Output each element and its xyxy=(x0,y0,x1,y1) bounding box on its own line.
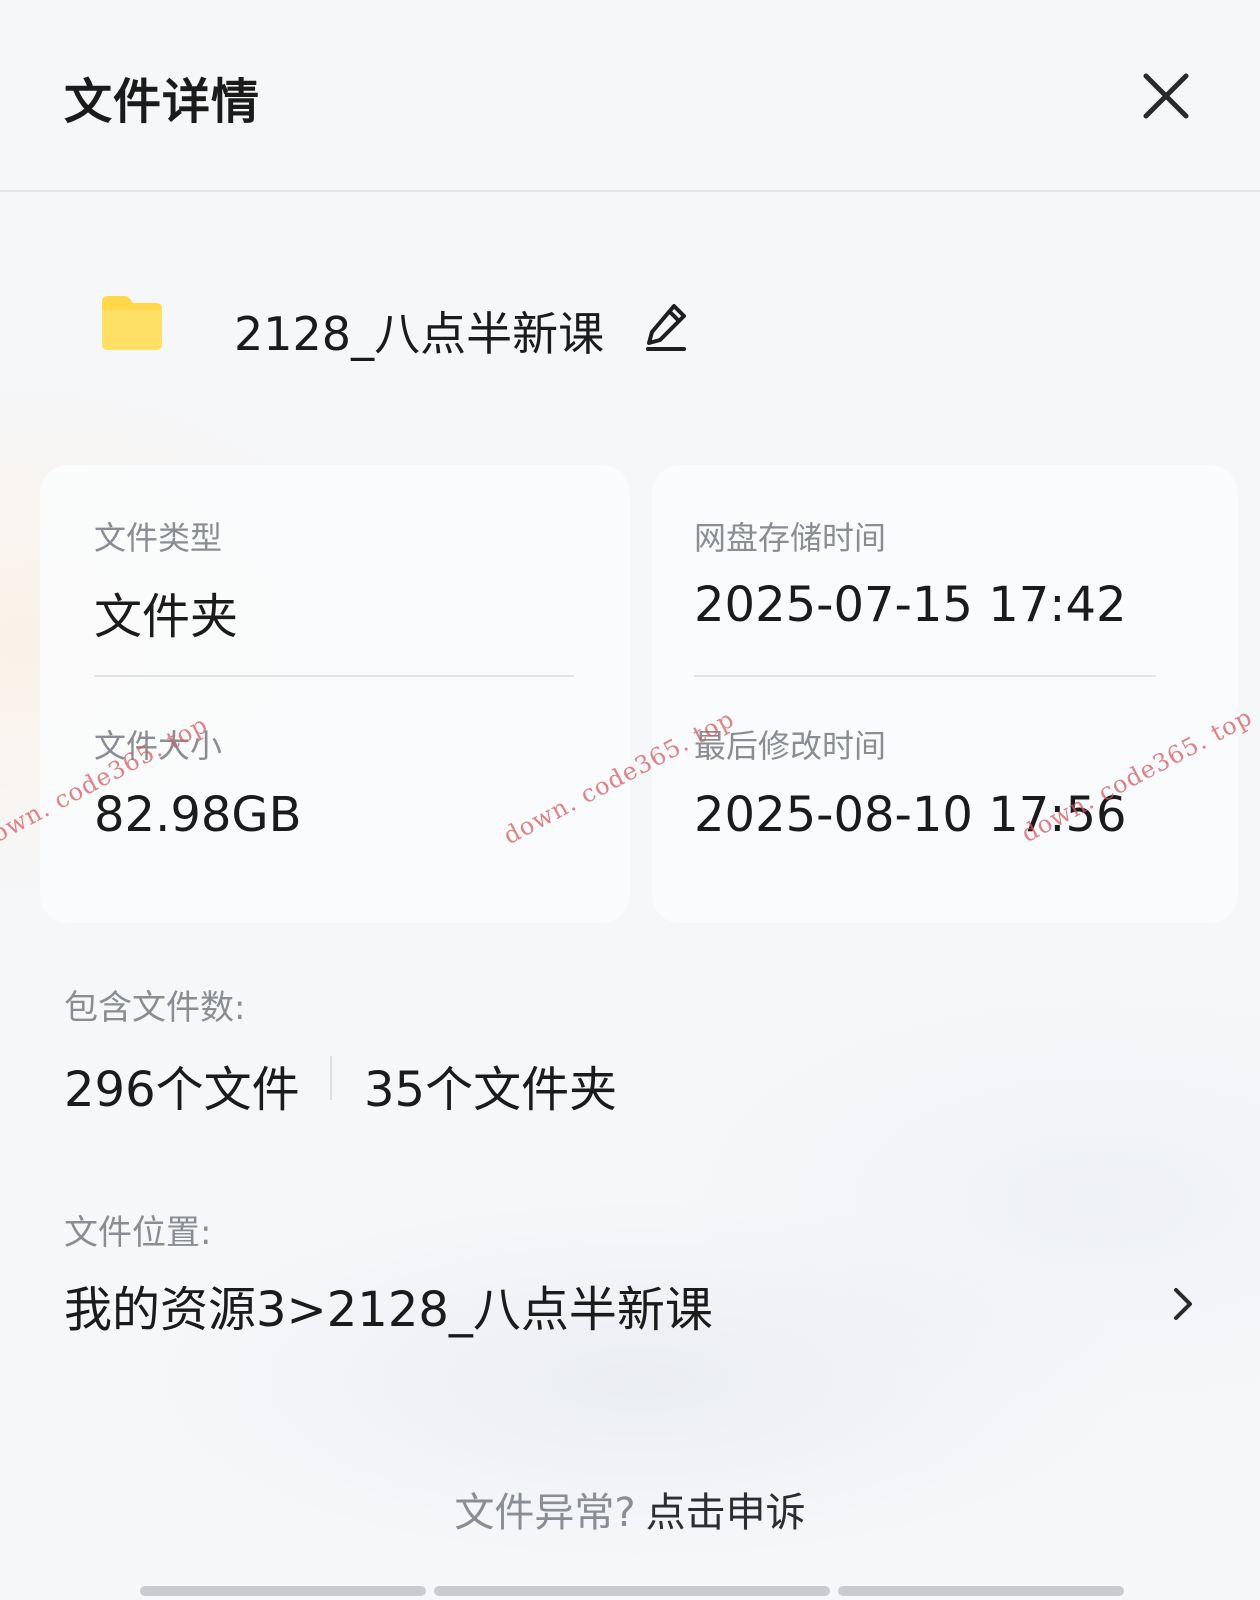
pencil-icon xyxy=(646,304,686,351)
page-title: 文件详情 xyxy=(64,74,261,130)
info-card-left: 文件类型 文件夹 文件大小 82.98GB xyxy=(40,465,630,923)
footer: 文件异常? 点击申诉 xyxy=(0,1480,1260,1538)
rename-button[interactable] xyxy=(644,300,692,352)
file-size-label: 文件大小 xyxy=(94,727,223,765)
location-path: 我的资源3>2128_八点半新课 xyxy=(64,1282,713,1338)
location-link[interactable]: 我的资源3>2128_八点半新课 xyxy=(64,1270,1194,1340)
info-card-right: 网盘存储时间 2025-07-15 17:42 最后修改时间 2025-08-1… xyxy=(652,465,1238,923)
stored-time-value: 2025-07-15 17:42 xyxy=(694,577,1127,633)
modified-time-label: 最后修改时间 xyxy=(694,727,887,765)
location-label: 文件位置: xyxy=(64,1213,212,1253)
divider xyxy=(694,675,1156,677)
file-type-value: 文件夹 xyxy=(94,589,239,645)
contains-label: 包含文件数: xyxy=(64,988,246,1028)
folder-count: 35个文件夹 xyxy=(364,1062,618,1118)
modified-time-value: 2025-08-10 17:56 xyxy=(694,787,1127,843)
appeal-link[interactable]: 点击申诉 xyxy=(646,1490,806,1536)
file-name-row: 2128_八点半新课 xyxy=(0,280,1260,380)
chevron-right-icon xyxy=(1174,1288,1192,1320)
file-details-page: 文件详情 2128_八点半新课 文件类型 文件夹 文件大小 82.98GB 网盘… xyxy=(0,0,1260,1600)
close-button[interactable] xyxy=(1136,66,1196,126)
file-count: 296个文件 xyxy=(64,1062,300,1118)
divider xyxy=(94,675,574,677)
file-size-value: 82.98GB xyxy=(94,787,302,843)
stored-time-label: 网盘存储时间 xyxy=(694,519,887,557)
close-icon xyxy=(1143,73,1189,119)
count-separator xyxy=(330,1056,332,1100)
bottom-bar xyxy=(140,1586,426,1596)
header: 文件详情 xyxy=(0,0,1260,192)
file-name: 2128_八点半新课 xyxy=(234,307,605,361)
file-issue-text: 文件异常? xyxy=(454,1490,636,1536)
folder-icon xyxy=(102,296,162,350)
file-type-label: 文件类型 xyxy=(94,519,223,557)
bottom-bar xyxy=(434,1586,830,1596)
bottom-bar xyxy=(838,1586,1124,1596)
